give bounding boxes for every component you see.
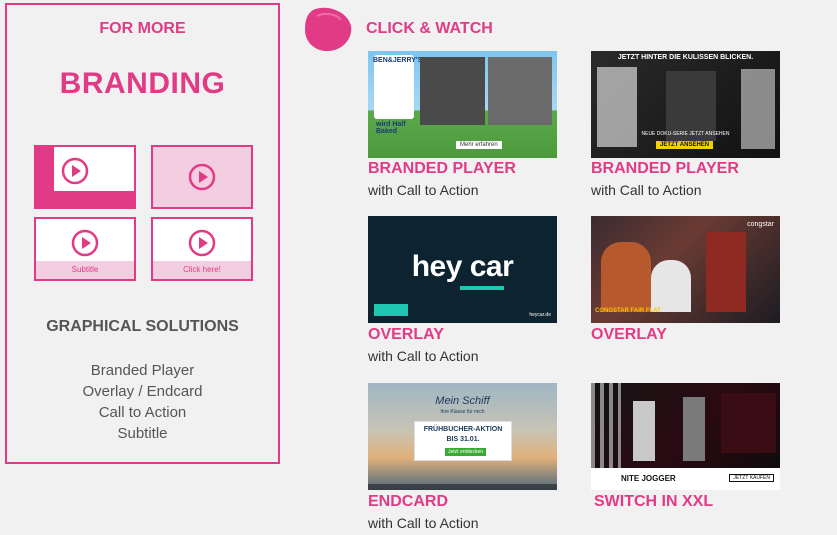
product-name: NITE JOGGER <box>621 474 676 483</box>
play-icon <box>61 157 89 185</box>
video-thumbnail-switch-xxl[interactable]: NITE JOGGER JETZT KAUFEN <box>591 383 780 490</box>
click-watch-header: CLICK & WATCH <box>366 20 493 37</box>
model-figure-right <box>683 397 705 461</box>
player-controls-bar[interactable] <box>368 484 557 490</box>
brand-sub-text: Ihre Klasse für mich <box>440 409 485 415</box>
branding-card: FOR MORE BRANDING Subtitle Click here! G… <box>5 3 280 464</box>
headline-text: JETZT HINTER DIE KULISSEN BLICKEN. <box>617 54 754 61</box>
actor-figure <box>706 232 746 312</box>
tagline-text: wird Half Baked <box>376 121 406 135</box>
cta-button[interactable]: JETZT ANSEHEN <box>656 141 714 149</box>
feature-item: Branded Player <box>90 362 195 379</box>
graphical-solutions-title: GRAPHICAL SOLUTIONS <box>46 318 239 335</box>
click-here-caption: Click here! <box>153 261 251 279</box>
branding-title: BRANDING <box>59 67 226 100</box>
branded-player-tile <box>34 145 136 209</box>
video-thumbnail-branded-player-2[interactable]: JETZT HINTER DIE KULISSEN BLICKEN. NEUE … <box>591 51 780 158</box>
video-person-left <box>420 57 485 125</box>
player-figure-right <box>741 69 775 149</box>
subtitle-caption: Subtitle <box>36 261 134 279</box>
product-banner: NITE JOGGER JETZT KAUFEN <box>591 468 780 490</box>
video-title: BRANDED PLAYER <box>368 160 516 177</box>
heycar-underline <box>460 286 504 290</box>
overlay-banner[interactable] <box>374 304 408 316</box>
video-person-right <box>488 57 552 125</box>
branding-bar-bottom <box>36 191 134 207</box>
site-label: heycar.de <box>529 312 551 318</box>
heycar-logo: hey car <box>411 250 514 283</box>
video-subtitle: with Call to Action <box>368 348 479 364</box>
video-title: OVERLAY <box>368 326 444 343</box>
brand-logo-text: BEN&JERRY'S <box>373 57 423 64</box>
overlay-tag: CONGSTAR FAIR FLAT <box>595 308 661 314</box>
cta-button[interactable]: Mehr erfahren <box>456 141 502 149</box>
animated-dog <box>651 260 691 312</box>
video-subtitle: with Call to Action <box>368 515 479 531</box>
call-to-action-tile: Click here! <box>151 217 253 281</box>
feature-item: Call to Action <box>98 404 187 421</box>
video-title: ENDCARD <box>368 493 448 510</box>
video-subtitle: with Call to Action <box>368 182 479 198</box>
video-title: SWITCH IN XXL <box>594 493 714 510</box>
video-title: BRANDED PLAYER <box>591 160 739 177</box>
play-icon <box>71 229 99 257</box>
subtitle-tile: Subtitle <box>34 217 136 281</box>
cta-button[interactable]: Jetzt entdecken <box>445 448 487 456</box>
overlay-tile <box>151 145 253 209</box>
video-thumbnail-endcard[interactable]: Mein Schiff Ihre Klasse für mich FRÜHBUC… <box>368 383 557 490</box>
brand-logo-text: congstar <box>747 221 774 228</box>
video-title: OVERLAY <box>591 326 667 343</box>
video-subtitle: with Call to Action <box>591 182 702 198</box>
animated-character <box>601 242 651 312</box>
endcard-headline: FRÜHBUCHER-AKTION <box>423 426 503 433</box>
play-blob-icon[interactable] <box>303 6 353 52</box>
video-thumbnail-branded-player-1[interactable]: BEN&JERRY'S wird Half Baked Mehr erfahre… <box>368 51 557 158</box>
model-figure-left <box>633 401 655 461</box>
endcard-box: FRÜHBUCHER-AKTION BIS 31.01. Jetzt entde… <box>414 421 512 461</box>
feature-item: Overlay / Endcard <box>82 383 203 400</box>
product-tub <box>374 55 414 119</box>
play-icon <box>188 163 216 191</box>
play-icon <box>188 229 216 257</box>
feature-list: Branded Player Overlay / Endcard Call to… <box>7 360 278 444</box>
for-more-label: FOR MORE <box>99 20 186 37</box>
small-text: NEUE DOKU-SERIE JETZT ANSEHEN <box>641 131 730 137</box>
video-thumbnail-overlay-1[interactable]: hey car heycar.de <box>368 216 557 323</box>
social-panel <box>721 393 776 453</box>
cta-button[interactable]: JETZT KAUFEN <box>729 474 774 482</box>
endcard-date: BIS 31.01. <box>446 436 480 443</box>
video-thumbnail-overlay-2[interactable]: congstar CONGSTAR FAIR FLAT <box>591 216 780 323</box>
brand-logo-text: Mein Schiff <box>435 395 490 407</box>
feature-item: Subtitle <box>117 425 168 442</box>
